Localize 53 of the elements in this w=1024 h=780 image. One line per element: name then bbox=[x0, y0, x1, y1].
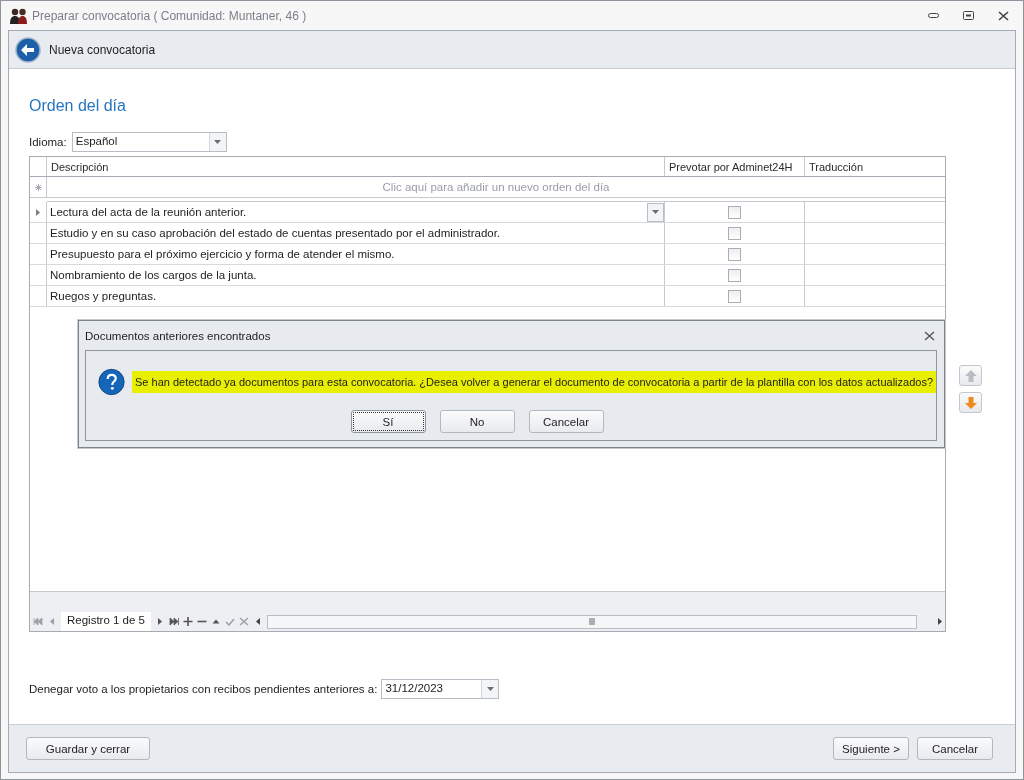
next-record-icon[interactable] bbox=[155, 617, 165, 626]
language-dropdown[interactable]: Español bbox=[71, 132, 227, 152]
checkbox[interactable] bbox=[728, 247, 741, 261]
table-cell: Presupuesto para el próximo ejercicio y forma de atender el mismo. bbox=[47, 244, 665, 264]
dialog-button[interactable]: No bbox=[439, 410, 515, 433]
close-icon bbox=[997, 10, 1009, 21]
checkbox[interactable] bbox=[728, 268, 741, 282]
close-icon bbox=[923, 330, 935, 341]
caret-icon bbox=[214, 140, 222, 144]
first-record-icon[interactable] bbox=[33, 617, 43, 626]
move-down-button[interactable] bbox=[959, 392, 982, 413]
horizontal-scrollbar[interactable] bbox=[267, 614, 917, 629]
window-title: Preparar convocatoria ( Comunidad: Muntaner, 46 ) bbox=[32, 8, 308, 23]
caret-icon bbox=[486, 687, 494, 691]
question-icon bbox=[98, 366, 125, 398]
column-header[interactable]: Descripción bbox=[47, 157, 665, 176]
grip-icon bbox=[588, 618, 596, 625]
dialog-message: Se han detectado ya documentos para esta convocatoria. ¿Desea volver a generar el documento de convocatoria a partir de la plantilla con los datos actualizados? bbox=[132, 371, 936, 393]
dialog-button[interactable]: Sí bbox=[350, 410, 426, 433]
arrow-down-icon bbox=[964, 396, 977, 409]
dialog-button[interactable]: Cancelar bbox=[528, 410, 604, 433]
arrow-up-icon bbox=[964, 369, 977, 382]
minimize-icon bbox=[927, 13, 939, 18]
plus-icon[interactable] bbox=[183, 617, 193, 626]
date-dropdown[interactable]: 31/12/2023 bbox=[381, 679, 500, 699]
page-title: Nueva convocatoria bbox=[49, 42, 156, 57]
checkbox[interactable] bbox=[728, 289, 741, 303]
column-header[interactable]: Prevotar por Adminet24H bbox=[665, 157, 805, 176]
deny-vote-label: Denegar voto a los propietarios con recibos pendientes anteriores a: bbox=[29, 683, 378, 695]
language-label: Idioma: bbox=[29, 136, 67, 148]
dialog-title: Documentos anteriores encontrados bbox=[85, 329, 271, 342]
cancel-button[interactable]: Cancelar bbox=[917, 737, 993, 760]
checkbox[interactable] bbox=[728, 205, 741, 219]
people-icon bbox=[10, 7, 28, 24]
last-record-icon[interactable] bbox=[169, 617, 179, 626]
save-close-button[interactable]: Guardar y cerrar bbox=[26, 737, 150, 760]
scroll-left-icon[interactable] bbox=[253, 617, 263, 626]
table-cell: Lectura del acta de la reunión anterior. bbox=[47, 202, 665, 222]
cell-dropdown-button[interactable] bbox=[647, 202, 664, 222]
column-header[interactable]: Traducción bbox=[805, 157, 945, 176]
table-cell: Estudio y en su caso aprobación del estado de cuentas presentado por el administrador. bbox=[47, 223, 665, 243]
maximize-icon bbox=[962, 11, 974, 20]
table-cell: Nombramiento de los cargos de la junta. bbox=[47, 265, 665, 285]
scroll-right-icon[interactable] bbox=[935, 617, 945, 626]
caret-icon bbox=[652, 210, 659, 214]
table-cell: Ruegos y preguntas. bbox=[47, 286, 665, 306]
record-counter: Registro 1 de 5 bbox=[61, 612, 151, 631]
caret-up-icon[interactable] bbox=[211, 617, 221, 626]
next-button[interactable]: Siguiente > bbox=[833, 737, 909, 760]
asterisk-icon bbox=[34, 183, 42, 191]
section-title: Orden del día bbox=[29, 97, 127, 116]
checkbox[interactable] bbox=[728, 226, 741, 240]
check-icon[interactable] bbox=[225, 617, 235, 626]
